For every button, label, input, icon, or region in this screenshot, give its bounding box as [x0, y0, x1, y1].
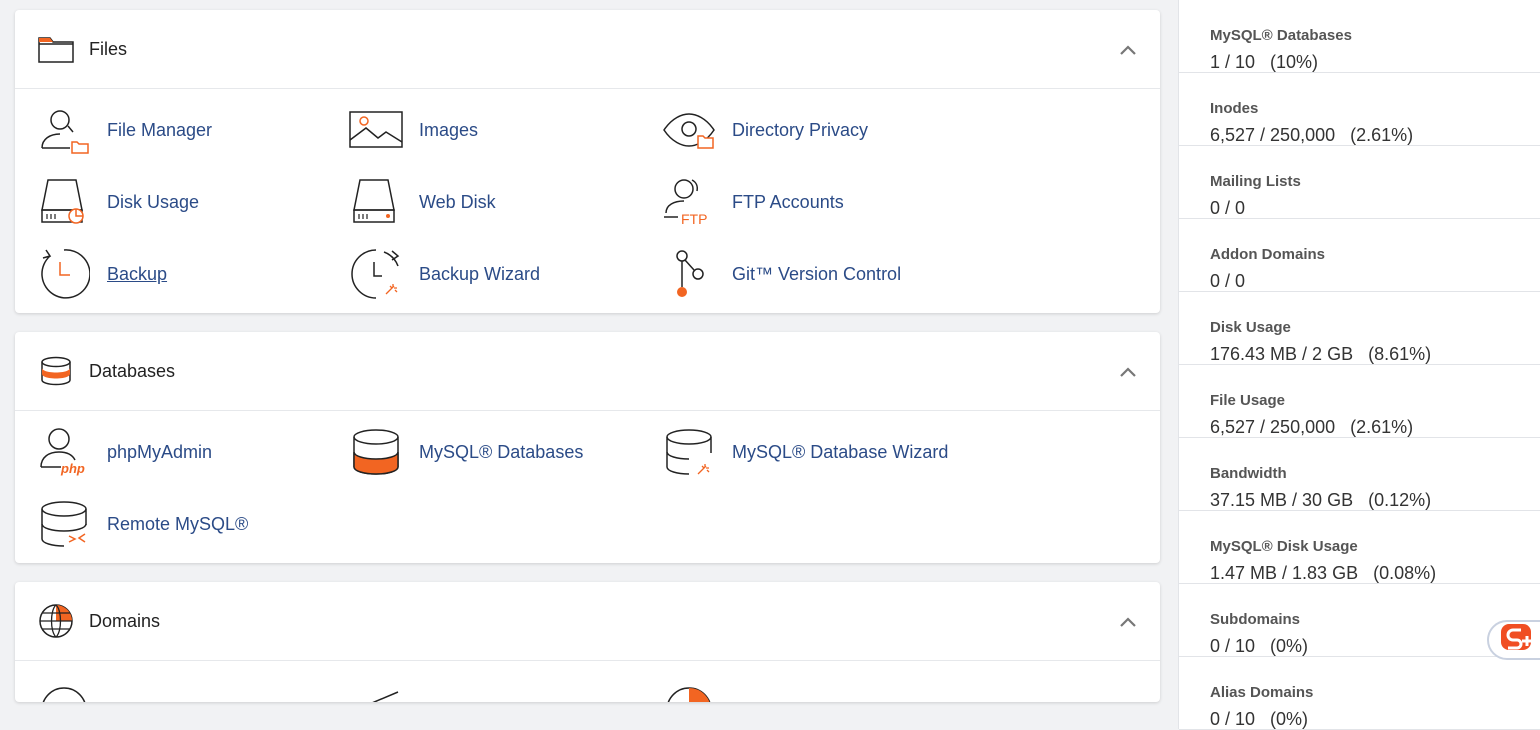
- stat-row: Inodes 6,527 / 250,000 (2.61%): [1179, 73, 1540, 146]
- ftp-accounts-label: FTP Accounts: [732, 191, 844, 212]
- stat-value: 1 / 10 (10%): [1210, 52, 1319, 72]
- stat-label: Mailing Lists: [1210, 173, 1301, 190]
- phpmyadmin-label: phpMyAdmin: [107, 441, 213, 462]
- domains-panel: Domains: [15, 582, 1160, 702]
- stat-label: Addon Domains: [1210, 246, 1325, 263]
- files-panel-header[interactable]: Files: [15, 10, 1160, 89]
- databases-panel-header[interactable]: Databases: [15, 332, 1160, 411]
- redirect-arrow-icon: [349, 681, 403, 702]
- databases-tools: php phpMyAdmin MySQL® Databases MySQL® D…: [15, 411, 1160, 563]
- collapse-files-chevron-up-icon[interactable]: [1116, 38, 1140, 62]
- domains-tool-2[interactable]: [349, 681, 662, 702]
- globe-cursor-icon: [37, 681, 91, 702]
- images-link[interactable]: Images: [349, 105, 662, 155]
- file-manager-label: File Manager: [107, 119, 213, 140]
- backup-wizard-link[interactable]: Backup Wizard: [349, 249, 662, 299]
- floating-action-button[interactable]: [1487, 620, 1540, 660]
- disk-usage-icon: [37, 177, 91, 227]
- files-panel: Files File Manager Images Directory Priv…: [15, 10, 1160, 313]
- stat-value: 0 / 10 (0%): [1210, 709, 1309, 729]
- mysql-databases-link[interactable]: MySQL® Databases: [349, 427, 662, 477]
- stat-value: 6,527 / 250,000 (2.61%): [1210, 125, 1414, 145]
- main-content: Files File Manager Images Directory Priv…: [15, 10, 1160, 702]
- web-disk-link[interactable]: Web Disk: [349, 177, 662, 227]
- disk-usage-link[interactable]: Disk Usage: [37, 177, 349, 227]
- stat-row: Disk Usage 176.43 MB / 2 GB (8.61%): [1179, 292, 1540, 365]
- remote-mysql-link[interactable]: Remote MySQL®: [37, 499, 349, 549]
- ftp-accounts-link[interactable]: FTP FTP Accounts: [662, 177, 974, 227]
- statistics-list: MySQL® Databases 1 / 10 (10%) Inodes 6,527 …: [1179, 0, 1540, 730]
- mysql-database-wizard-link[interactable]: MySQL® Database Wizard: [662, 427, 974, 477]
- stat-value: 0 / 0: [1210, 271, 1246, 291]
- stat-label: Alias Domains: [1210, 684, 1314, 701]
- phpmyadmin-icon: php: [37, 427, 91, 477]
- databases-panel: Databases php phpMyAdmin MySQL® Database…: [15, 332, 1160, 563]
- stat-label: MySQL® Databases: [1210, 27, 1352, 44]
- stat-row: Subdomains 0 / 10 (0%): [1179, 584, 1540, 657]
- file-manager-icon: [37, 105, 91, 155]
- backup-wizard-label: Backup Wizard: [419, 263, 541, 284]
- folder-icon: [37, 30, 75, 68]
- images-label: Images: [419, 119, 479, 140]
- globe-icon: [37, 602, 75, 640]
- domains-tool-1[interactable]: [37, 681, 349, 702]
- stat-value: 176.43 MB / 2 GB (8.61%): [1210, 344, 1432, 364]
- mysql-database-wizard-label: MySQL® Database Wizard: [732, 441, 949, 462]
- files-panel-title: Files: [89, 38, 128, 59]
- zone-editor-globe-icon: [662, 681, 716, 702]
- stat-row: Addon Domains 0 / 0: [1179, 219, 1540, 292]
- stat-row: Mailing Lists 0 / 0: [1179, 146, 1540, 219]
- git-version-control-link[interactable]: Git™ Version Control: [662, 249, 974, 299]
- domains-tool-3[interactable]: [662, 681, 974, 702]
- disk-usage-label: Disk Usage: [107, 191, 200, 212]
- domains-panel-header[interactable]: Domains: [15, 582, 1160, 661]
- svg-text:FTP: FTP: [681, 211, 707, 227]
- directory-privacy-icon: [662, 105, 716, 155]
- mysql-databases-label: MySQL® Databases: [419, 441, 584, 462]
- backup-wizard-icon: [349, 249, 403, 299]
- database-icon: [37, 352, 75, 390]
- file-manager-link[interactable]: File Manager: [37, 105, 349, 155]
- directory-privacy-label: Directory Privacy: [732, 119, 869, 140]
- svg-text:php: php: [60, 461, 85, 476]
- stat-label: Disk Usage: [1210, 319, 1291, 336]
- remote-mysql-icon: [37, 499, 91, 549]
- stat-label: Bandwidth: [1210, 465, 1287, 482]
- stat-value: 6,527 / 250,000 (2.61%): [1210, 417, 1414, 437]
- stat-value: 37.15 MB / 30 GB (0.12%): [1210, 490, 1432, 510]
- stat-label: File Usage: [1210, 392, 1286, 409]
- collapse-databases-chevron-up-icon[interactable]: [1116, 360, 1140, 384]
- stat-row: File Usage 6,527 / 250,000 (2.61%): [1179, 365, 1540, 438]
- phpmyadmin-link[interactable]: php phpMyAdmin: [37, 427, 349, 477]
- statistics-sidebar: MySQL® Databases 1 / 10 (10%) Inodes 6,527 …: [1178, 0, 1540, 730]
- stat-value: 1.47 MB / 1.83 GB (0.08%): [1210, 563, 1437, 583]
- stat-row: MySQL® Databases 1 / 10 (10%): [1179, 0, 1540, 73]
- web-disk-icon: [349, 177, 403, 227]
- git-version-control-label: Git™ Version Control: [732, 263, 902, 284]
- backup-icon: [37, 249, 91, 299]
- mysql-wizard-icon: [662, 427, 716, 477]
- stat-label: MySQL® Disk Usage: [1210, 538, 1358, 555]
- databases-panel-title: Databases: [89, 360, 176, 381]
- plus-badge-icon: [1499, 622, 1535, 659]
- stat-row: MySQL® Disk Usage 1.47 MB / 1.83 GB (0.08…: [1179, 511, 1540, 584]
- ftp-accounts-icon: FTP: [662, 177, 716, 227]
- stat-label: Inodes: [1210, 100, 1259, 117]
- stat-row: Alias Domains 0 / 10 (0%): [1179, 657, 1540, 730]
- stat-label: Subdomains: [1210, 611, 1301, 628]
- backup-link[interactable]: Backup: [37, 249, 349, 299]
- stat-row: Bandwidth 37.15 MB / 30 GB (0.12%): [1179, 438, 1540, 511]
- directory-privacy-link[interactable]: Directory Privacy: [662, 105, 974, 155]
- backup-label: Backup: [107, 263, 168, 284]
- files-tools: File Manager Images Directory Privacy Di…: [15, 89, 1160, 313]
- images-icon: [349, 105, 403, 155]
- remote-mysql-label: Remote MySQL®: [107, 513, 249, 534]
- stat-value: 0 / 0: [1210, 198, 1246, 218]
- domains-tools: [15, 661, 1160, 702]
- git-icon: [662, 249, 716, 299]
- mysql-databases-icon: [349, 427, 403, 477]
- collapse-domains-chevron-up-icon[interactable]: [1116, 610, 1140, 634]
- domains-panel-title: Domains: [89, 610, 161, 631]
- web-disk-label: Web Disk: [419, 191, 496, 212]
